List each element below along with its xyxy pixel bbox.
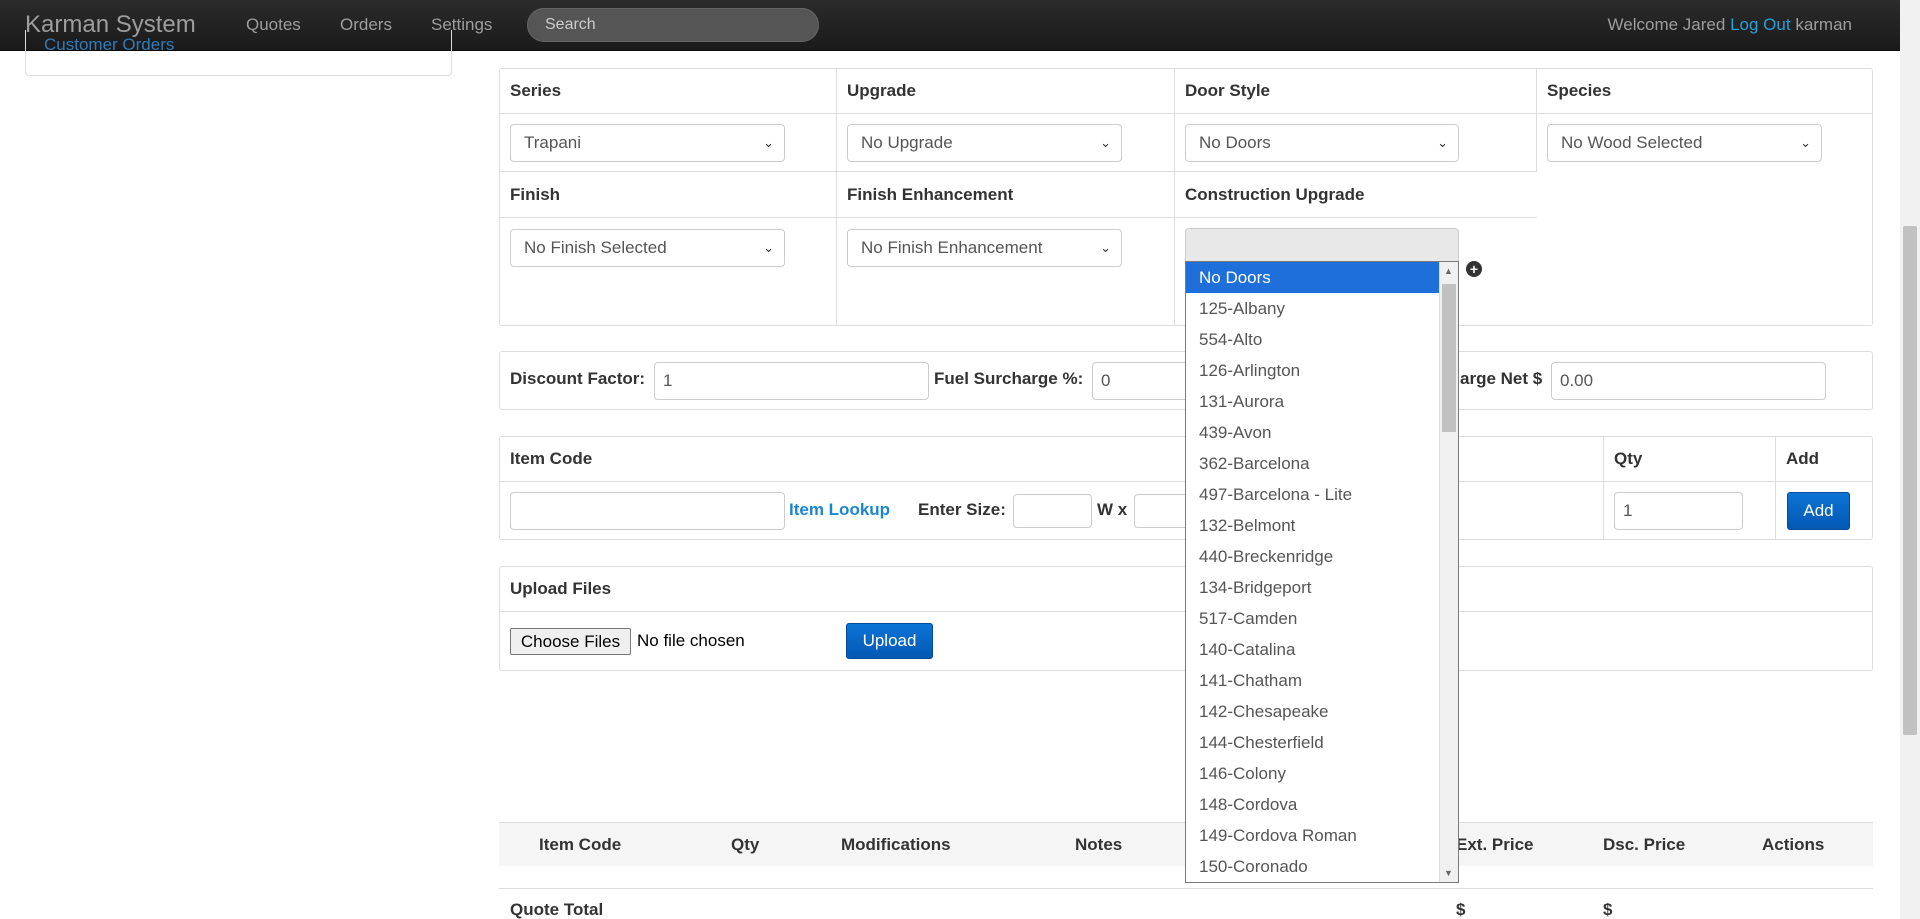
finish-enhancement-select[interactable]: No Finish Enhancement ⌄ [847,229,1122,267]
dropdown-option[interactable]: 146-Colony [1186,758,1439,789]
door-style-label: Door Style [1185,81,1271,100]
th-item-code: Item Code [539,835,622,854]
dropdown-option[interactable]: 140-Catalina [1186,634,1439,665]
th-ext-price: Ext. Price [1456,835,1534,854]
chevron-down-icon: ⌄ [1100,135,1111,150]
dsc-total: $ [1603,900,1613,919]
series-label: Series [510,81,562,100]
discount-factor-label: Discount Factor: [510,369,646,388]
th-qty: Qty [731,835,760,854]
page-scroll-thumb[interactable] [1903,226,1917,735]
th-dsc-price: Dsc. Price [1603,835,1686,854]
construction-upgrade-label: Construction Upgrade [1185,185,1365,204]
dropdown-option[interactable]: 131-Aurora [1186,386,1439,417]
finish-select[interactable]: No Finish Selected ⌄ [510,229,785,267]
th-actions: Actions [1762,835,1825,854]
dropdown-option[interactable]: 554-Alto [1186,324,1439,355]
dropdown-option[interactable]: 134-Bridgeport [1186,572,1439,603]
scroll-up-icon[interactable]: ▲ [1444,266,1453,276]
ext-total: $ [1456,900,1466,919]
series-select[interactable]: Trapani ⌄ [510,124,785,162]
dropdown-option[interactable]: 150-Coronado [1186,851,1439,882]
dropdown-option[interactable]: 517-Camden [1186,603,1439,634]
scroll-down-icon[interactable]: ▼ [1444,868,1453,878]
qty-label: Qty [1614,449,1643,468]
item-code-input[interactable] [510,492,785,530]
dropdown-option[interactable]: 141-Chatham [1186,665,1439,696]
upload-button[interactable]: Upload [846,623,933,659]
dropdown-option[interactable]: 125-Albany [1186,293,1439,324]
dropdown-option[interactable]: 126-Arlington [1186,355,1439,386]
add-label: Add [1786,449,1820,468]
chevron-down-icon: ⌄ [1437,135,1448,150]
dropdown-option[interactable]: No Doors [1186,262,1439,293]
dropdown-option[interactable]: 497-Barcelona - Lite [1186,479,1439,510]
dropdown-option[interactable]: 440-Breckenridge [1186,541,1439,572]
sidebar-panel [25,30,452,76]
dropdown-option[interactable]: 149-Cordova Roman [1186,820,1439,851]
species-label: Species [1547,81,1612,100]
finish-enhancement-label: Finish Enhancement [847,185,1014,204]
enter-size-label: Enter Size: [918,500,1006,519]
dropdown-option[interactable]: 439-Avon [1186,417,1439,448]
item-lookup-link[interactable]: Item Lookup [789,500,890,520]
page-scrollbar[interactable] [1900,0,1920,919]
chevron-down-icon: ⌄ [1800,135,1811,150]
dropdown-option[interactable]: 148-Cordova [1186,789,1439,820]
w-x-label: W x [1097,500,1128,519]
door-style-dropdown-list[interactable]: No Doors 125-Albany 554-Alto 126-Arlington 1… [1185,261,1459,883]
th-notes: Notes [1075,835,1123,854]
username: karman [1795,15,1852,34]
dropdown-scroll-thumb[interactable] [1442,284,1456,432]
item-code-label: Item Code [510,449,593,468]
sidebar-link-customer-orders[interactable]: Customer Orders [44,38,174,52]
logout-link[interactable]: Log Out [1730,15,1791,34]
dropdown-option[interactable]: 144-Chesterfield [1186,727,1439,758]
choose-files-button[interactable]: Choose Files [510,628,631,655]
charge-net-input[interactable]: 0.00 [1551,362,1826,400]
th-modifications: Modifications [841,835,951,854]
no-file-chosen-text: No file chosen [637,631,745,650]
fuel-surcharge-label: Fuel Surcharge %: [934,369,1084,388]
chevron-down-icon: ⌄ [763,240,774,255]
chevron-down-icon: ⌄ [763,135,774,150]
door-style-select[interactable]: No Doors ⌄ [1185,124,1459,162]
charge-net-label: arge Net $ [1460,369,1543,388]
upgrade-select[interactable]: No Upgrade ⌄ [847,124,1122,162]
search-input[interactable]: Search [527,8,819,42]
chevron-down-icon: ⌄ [1100,240,1111,255]
width-input[interactable] [1013,494,1092,528]
finish-label: Finish [510,185,561,204]
species-select[interactable]: No Wood Selected ⌄ [1547,124,1822,162]
upgrade-label: Upgrade [847,81,916,100]
add-item-button[interactable]: Add [1787,492,1850,530]
quote-total-label: Quote Total [510,900,604,919]
add-circle-icon[interactable]: + [1466,261,1482,277]
fuel-surcharge-input[interactable]: 0 [1092,362,1192,400]
user-area: Welcome Jared Log Out karman [1608,15,1852,35]
dropdown-option[interactable]: 142-Chesapeake [1186,696,1439,727]
dropdown-options: No Doors 125-Albany 554-Alto 126-Arlington 1… [1186,262,1458,882]
upload-files-title: Upload Files [510,579,612,598]
welcome-text: Welcome Jared [1607,15,1726,34]
dropdown-option[interactable]: 362-Barcelona [1186,448,1439,479]
dropdown-scrollbar[interactable]: ▲ ▼ [1439,262,1458,882]
discount-factor-input[interactable]: 1 [654,362,929,400]
qty-input[interactable]: 1 [1614,492,1743,530]
dropdown-option[interactable]: 132-Belmont [1186,510,1439,541]
